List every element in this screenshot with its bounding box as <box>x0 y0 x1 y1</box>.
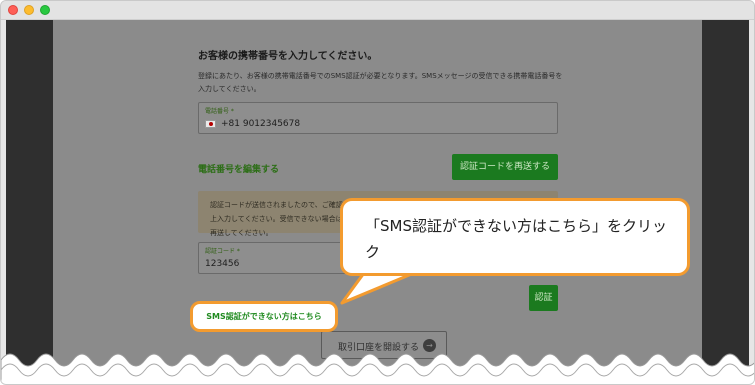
browser-window: お客様の携帯番号を入力してください。 登録にあたり、お客様の携帯電話番号でのSM… <box>0 0 755 385</box>
torn-edge-wave <box>1 353 754 384</box>
title-bar <box>1 1 754 20</box>
close-icon[interactable] <box>8 5 18 15</box>
instruction-callout: 「SMS認証ができない方はこちら」をクリック <box>340 198 690 276</box>
callout-text: 「SMS認証ができない方はこちら」をクリック <box>365 217 667 261</box>
minimize-icon[interactable] <box>24 5 34 15</box>
web-viewport: お客様の携帯番号を入力してください。 登録にあたり、お客様の携帯電話番号でのSM… <box>6 20 749 384</box>
zoom-icon[interactable] <box>40 5 50 15</box>
